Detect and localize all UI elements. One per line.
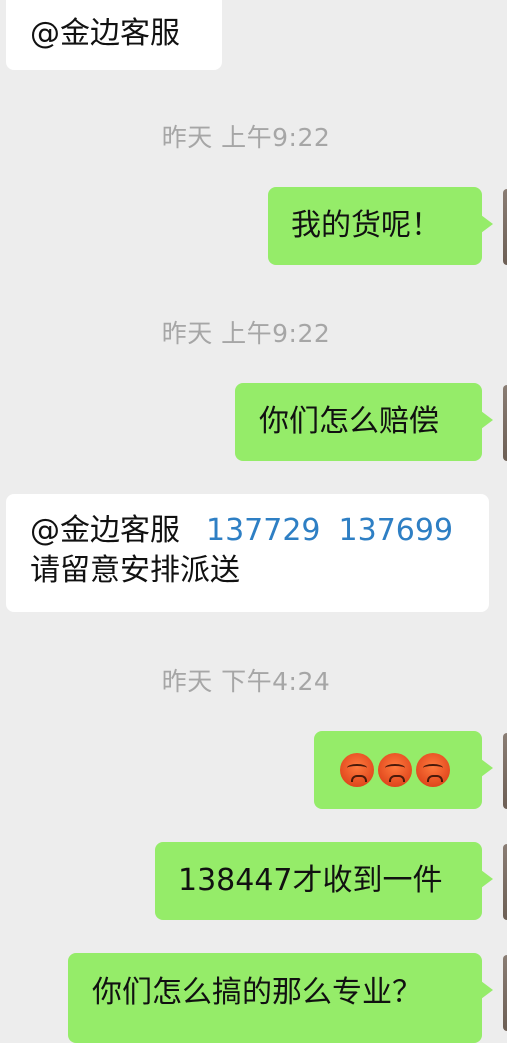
angry-face-icon [340,753,374,787]
message-line-2: 请留意安排派送 [30,553,240,588]
avatar[interactable] [503,955,507,1031]
avatar[interactable] [503,844,507,920]
timestamp: 昨天 上午9:22 [161,319,331,348]
message-text: 138447才收到一件 [178,863,443,898]
outgoing-message[interactable]: 你们怎么搞的那么专业？ [68,953,493,1043]
angry-face-icon [416,753,450,787]
mention-text: @金边客服 [30,16,180,51]
message-text: 我的货呢！ [291,208,441,243]
incoming-message[interactable]: @金边客服 137729 137699 请留意安排派送 [6,494,489,612]
timestamp: 昨天 下午4:24 [161,667,331,696]
angry-face-icon [378,753,412,787]
incoming-message[interactable]: @金边客服 [6,0,222,70]
timestamp: 昨天 上午9:22 [161,123,331,152]
outgoing-message[interactable]: 你们怎么赔偿 [235,383,493,461]
message-text: 你们怎么赔偿 [259,404,439,439]
phone-link[interactable]: 137699 [339,513,454,548]
outgoing-message[interactable] [314,731,493,809]
mention-text: @金边客服 [30,513,180,548]
outgoing-message[interactable]: 138447才收到一件 [155,842,493,920]
avatar[interactable] [503,385,507,461]
avatar[interactable] [503,189,507,265]
message-text: 你们怎么搞的那么专业？ [92,975,422,1010]
phone-link[interactable]: 137729 [206,513,321,548]
avatar[interactable] [503,733,507,809]
message-line-1: @金边客服 137729 137699 [30,511,489,551]
outgoing-message[interactable]: 我的货呢！ [268,187,493,265]
